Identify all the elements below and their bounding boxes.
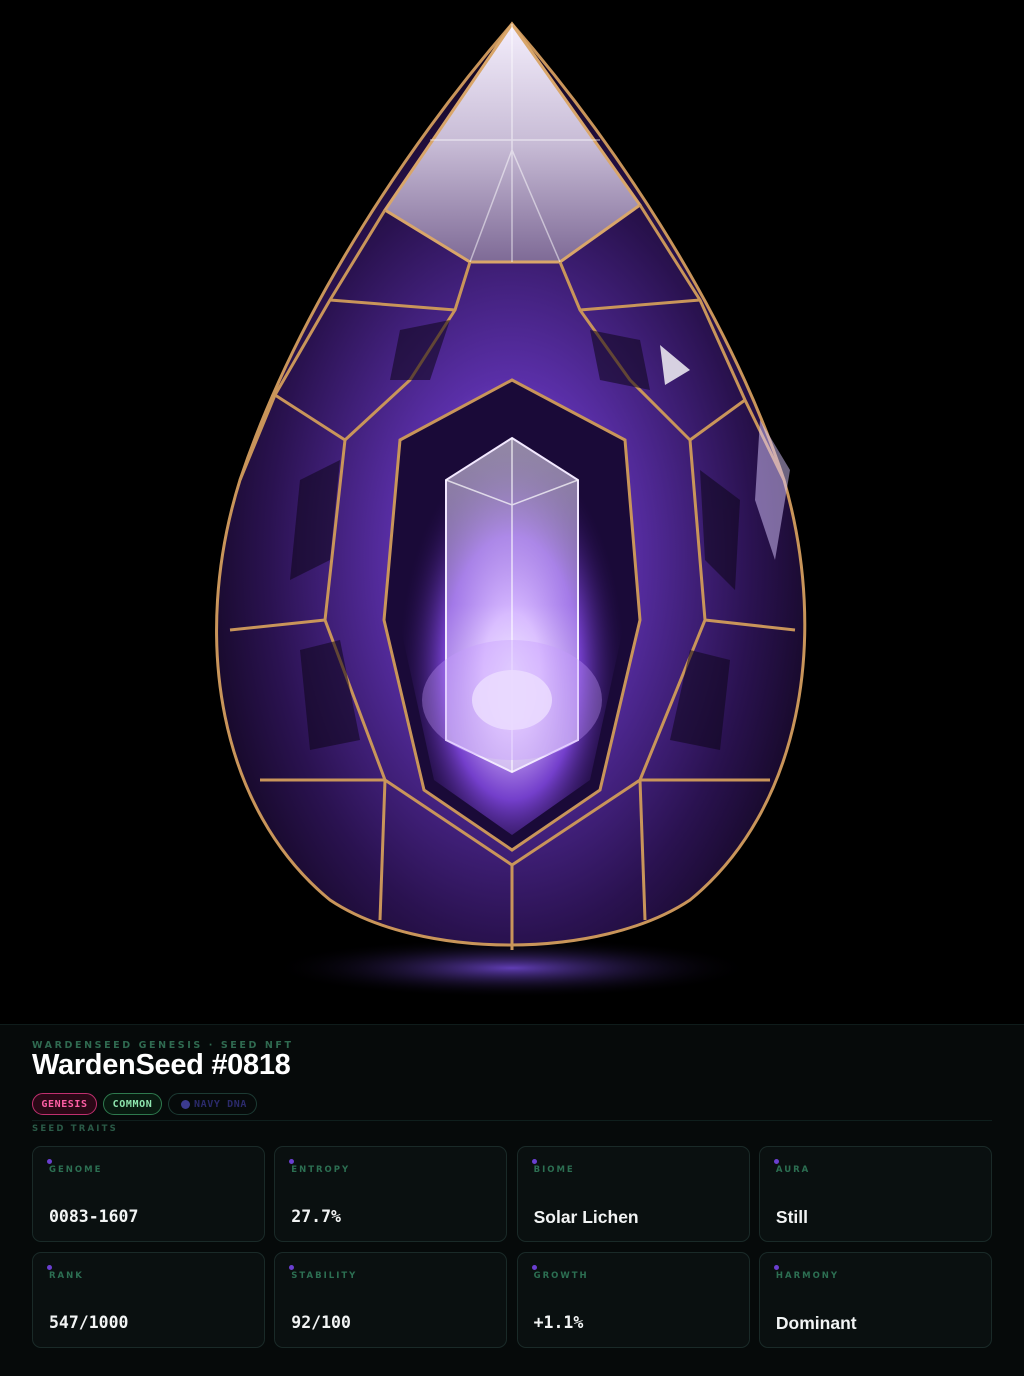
gem-seed-image	[215, 21, 807, 998]
trait-value: 0083-1607	[49, 1207, 139, 1226]
page-title: WardenSeed #0818	[32, 1049, 291, 1081]
trait-dot-icon	[47, 1159, 52, 1164]
genesis-badge: GENESIS	[32, 1093, 97, 1115]
trait-card-stability: STABILITY 92/100	[274, 1252, 508, 1348]
traits-grid: GENOME 0083-1607 ENTROPY 27.7% BIOME Sol…	[32, 1146, 992, 1348]
trait-dot-icon	[773, 1159, 779, 1164]
trait-dot-icon	[531, 1265, 537, 1270]
trait-value: Still	[775, 1207, 808, 1227]
rarity-badge: COMMON	[103, 1093, 162, 1115]
trait-dot-icon	[531, 1159, 537, 1164]
trait-dot-icon	[773, 1265, 779, 1270]
trait-value: 27.7%	[291, 1207, 341, 1226]
hero-artwork	[0, 0, 1024, 1024]
trait-card-biome: BIOME Solar Lichen	[516, 1146, 750, 1242]
trait-card-harmony: HARMONY Dominant	[758, 1252, 992, 1348]
trait-value: 547/1000	[49, 1313, 129, 1332]
dna-badge-label: NAVY DNA	[194, 1098, 247, 1110]
trait-label: BIOME	[533, 1165, 575, 1175]
trait-card-aura: AURA Still	[758, 1146, 992, 1242]
trait-label: HARMONY	[775, 1271, 840, 1281]
trait-label: RANK	[49, 1271, 84, 1281]
rarity-badge-label: COMMON	[112, 1098, 153, 1110]
trait-card-rank: RANK 547/1000	[32, 1252, 265, 1348]
details-panel: WARDENSEED GENESIS · SEED NFT WardenSeed…	[0, 1024, 1024, 1376]
trait-value: Solar Lichen	[533, 1207, 639, 1227]
trait-dot-icon	[289, 1159, 295, 1164]
trait-label: STABILITY	[291, 1271, 358, 1281]
trait-value: +1.1%	[533, 1313, 584, 1332]
divider	[32, 1120, 992, 1121]
badge-row: GENESIS COMMON NAVY DNA	[32, 1093, 257, 1115]
trait-label: GROWTH	[533, 1271, 589, 1281]
trait-label: GENOME	[49, 1165, 103, 1175]
traits-section-label: SEED TRAITS	[32, 1124, 118, 1134]
genesis-badge-label: GENESIS	[41, 1098, 88, 1110]
dna-color-dot-icon	[181, 1099, 190, 1109]
dna-badge: NAVY DNA	[168, 1093, 257, 1115]
trait-card-entropy: ENTROPY 27.7%	[274, 1146, 508, 1242]
trait-value: 92/100	[291, 1313, 351, 1332]
trait-card-genome: GENOME 0083-1607	[32, 1146, 265, 1242]
trait-dot-icon	[47, 1265, 52, 1270]
trait-label: AURA	[775, 1165, 811, 1175]
trait-dot-icon	[289, 1265, 295, 1270]
trait-label: ENTROPY	[291, 1165, 351, 1175]
trait-card-growth: GROWTH +1.1%	[516, 1252, 750, 1348]
trait-value: Dominant	[775, 1313, 857, 1333]
